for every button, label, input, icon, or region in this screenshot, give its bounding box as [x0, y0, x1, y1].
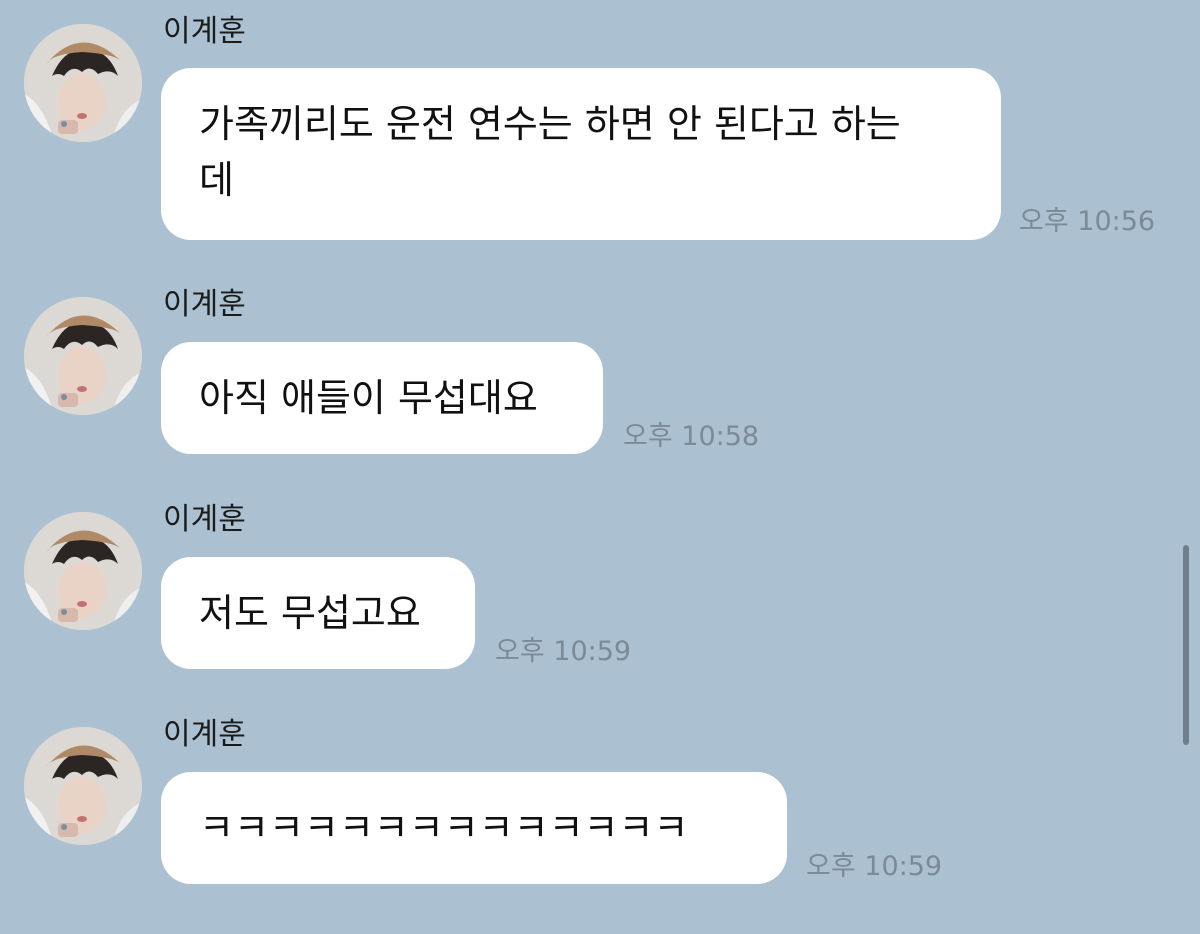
message-text-line: ㅋㅋㅋㅋㅋㅋㅋㅋㅋㅋㅋㅋㅋㅋ	[199, 806, 689, 850]
profile-photo-icon	[24, 24, 142, 142]
message-timestamp: 오후 10:56	[1019, 206, 1156, 237]
profile-avatar[interactable]	[24, 512, 142, 630]
sender-name: 이계훈	[163, 502, 246, 537]
scrollbar[interactable]	[1183, 545, 1189, 745]
message-text-line: 아직 애들이 무섭대요	[199, 376, 538, 420]
profile-avatar[interactable]	[24, 24, 142, 142]
message-bubble[interactable]: 아직 애들이 무섭대요	[161, 342, 603, 454]
message-bubble[interactable]: 저도 무섭고요	[161, 557, 475, 669]
sender-name: 이계훈	[163, 287, 246, 322]
message-timestamp: 오후 10:58	[623, 421, 760, 452]
profile-photo-icon	[24, 512, 142, 630]
message-text-line: 저도 무섭고요	[199, 591, 421, 635]
profile-avatar[interactable]	[24, 297, 142, 415]
sender-name: 이계훈	[163, 717, 246, 752]
message-timestamp: 오후 10:59	[495, 636, 632, 667]
message-bubble[interactable]: 가족끼리도 운전 연수는 하면 안 된다고 하는 데	[161, 68, 1001, 240]
message-text-line: 데	[199, 158, 234, 202]
profile-photo-icon	[24, 297, 142, 415]
message-timestamp: 오후 10:59	[806, 851, 943, 882]
sender-name: 이계훈	[163, 14, 246, 49]
message-bubble[interactable]: ㅋㅋㅋㅋㅋㅋㅋㅋㅋㅋㅋㅋㅋㅋ	[161, 772, 787, 884]
chat-area[interactable]: 이계훈 가족끼리도 운전 연수는 하면 안 된다고 하는 데 오후 10:56 …	[0, 0, 1200, 934]
profile-photo-icon	[24, 727, 142, 845]
profile-avatar[interactable]	[24, 727, 142, 845]
message-text-line: 가족끼리도 운전 연수는 하면 안 된다고 하는	[199, 102, 901, 146]
